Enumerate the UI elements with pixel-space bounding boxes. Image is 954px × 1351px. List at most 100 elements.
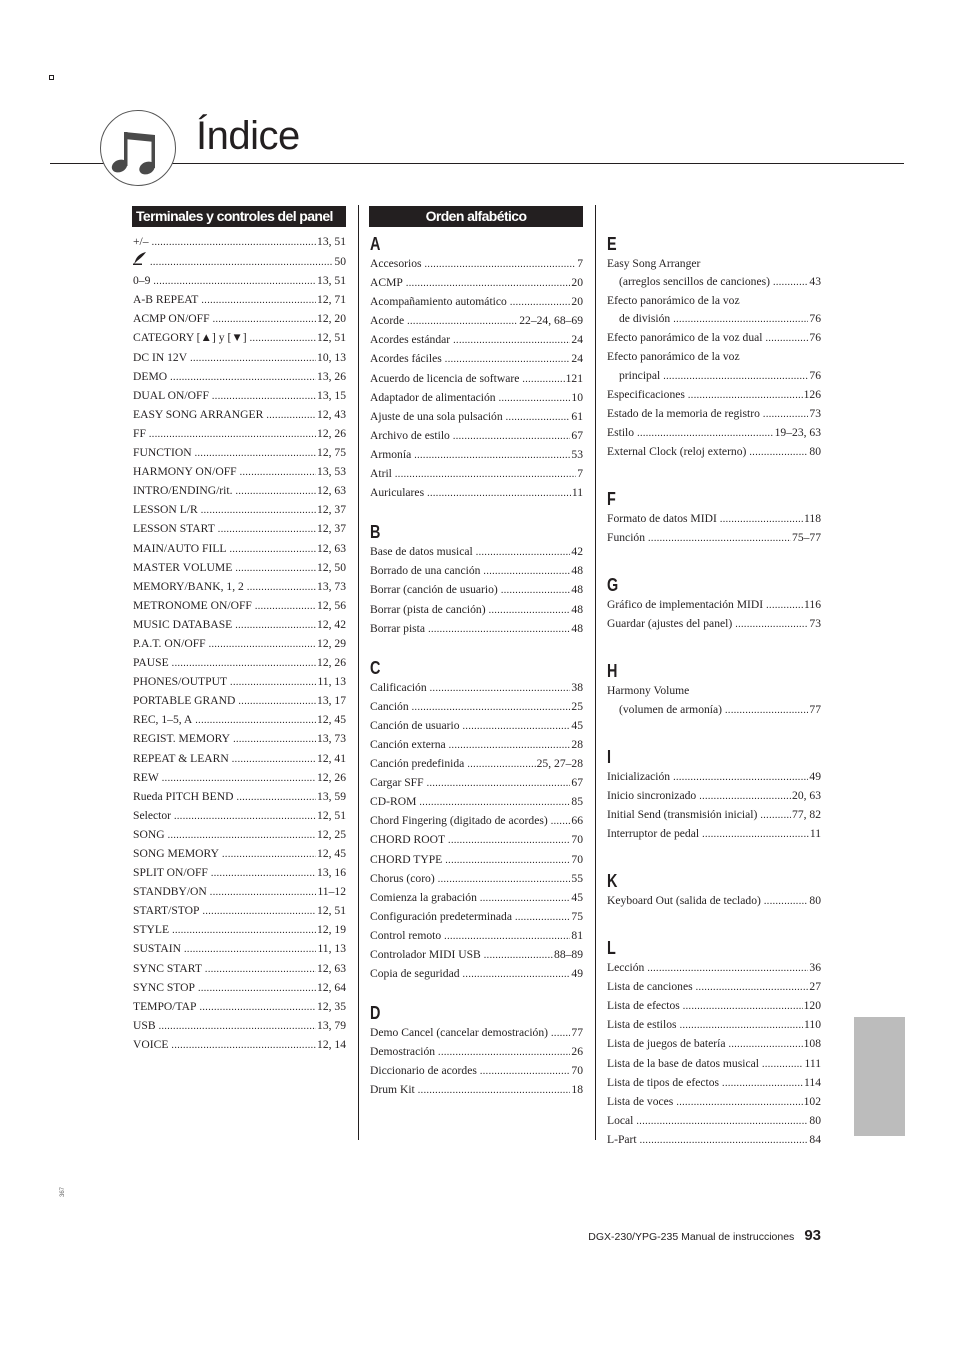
index-entry: Canción de usuario 45	[370, 717, 583, 736]
index-term: DUAL ON/OFF	[133, 388, 209, 402]
index-entry: Comienza la grabación 45	[370, 889, 583, 908]
index-term: Borrado de una canción	[370, 564, 481, 578]
dot-leader	[510, 294, 571, 312]
index-term: CD-ROM	[370, 795, 417, 809]
index-pages: 12, 43	[317, 407, 346, 421]
dot-leader	[445, 852, 570, 870]
index-term: Ajuste de una sola pulsación	[370, 409, 503, 423]
index-term: Keyboard Out (salida de teclado)	[607, 893, 761, 907]
index-pages: 12, 63	[317, 541, 346, 555]
dot-leader	[425, 256, 577, 274]
index-entry: USB 13, 79	[133, 1017, 346, 1036]
index-pages: 11–12	[317, 885, 346, 899]
index-entry: Lista de efectos 120	[607, 997, 821, 1016]
index-term: Archivo de estilo	[370, 428, 450, 442]
dot-leader	[210, 884, 317, 902]
index-term: Lista de canciones	[607, 980, 693, 994]
index-entry: Keyboard Out (salida de teclado) 80	[607, 892, 821, 911]
index-term: P.A.T. ON/OFF	[133, 636, 206, 650]
index-pages: 13, 79	[317, 1018, 346, 1032]
index-entry: FUNCTION 12, 75	[133, 444, 346, 463]
index-entry: Diccionario de acordes 70	[370, 1062, 583, 1081]
dot-leader	[418, 1082, 571, 1100]
index-term: Control remoto	[370, 928, 442, 942]
dot-leader	[647, 960, 808, 978]
index-term: REPEAT & LEARN	[133, 751, 229, 765]
index-entry: REGIST. MEMORY 13, 73	[133, 730, 346, 749]
dot-leader	[236, 483, 317, 501]
index-term: Armonía	[370, 447, 412, 461]
index-entry: START/STOP 12, 51	[133, 902, 346, 921]
index-pages: 12, 63	[317, 484, 346, 498]
index-pages: 55	[571, 871, 583, 885]
dot-leader	[238, 693, 316, 711]
index-term: LESSON L/R	[133, 503, 198, 517]
index-term: TEMPO/TAP	[133, 999, 197, 1013]
index-entry: LESSON L/R 12, 37	[133, 501, 346, 520]
index-entry: Acompañamiento automático 20	[370, 293, 583, 312]
index-entry: A-B REPEAT 12, 71	[133, 291, 346, 310]
index-entry: CHORD TYPE 70	[370, 851, 583, 870]
dot-leader	[407, 313, 518, 331]
dot-leader	[230, 541, 317, 559]
index-entry: 50	[133, 252, 346, 272]
index-entry: Acordes estándar 24	[370, 331, 583, 350]
panel-section-heading: Terminales y controles del panel	[132, 206, 346, 227]
dot-leader	[484, 947, 553, 965]
index-term: Lección	[607, 961, 645, 975]
index-entry: MUSIC DATABASE 12, 42	[133, 616, 346, 635]
index-term: Rueda PITCH BEND	[133, 789, 234, 803]
index-pages: 36	[809, 961, 821, 975]
index-entry: Lista de voces 102	[607, 1093, 821, 1112]
index-entry: ACMP ON/OFF 12, 20	[133, 310, 346, 329]
index-term: CHORD ROOT	[370, 833, 446, 847]
dot-leader	[448, 832, 570, 850]
index-term: Chorus (coro)	[370, 871, 435, 885]
index-term: Lista de estilos	[607, 1018, 677, 1032]
dot-leader	[172, 655, 316, 673]
index-term: Atril	[370, 467, 392, 481]
index-term: Estilo	[607, 425, 635, 439]
crop-mark	[49, 75, 54, 80]
index-pages: 13, 53	[317, 465, 346, 479]
index-term: Base de datos musical	[370, 545, 473, 559]
dot-leader	[463, 718, 571, 736]
index-entry: METRONOME ON/OFF 12, 56	[133, 597, 346, 616]
index-term: Lista de juegos de batería	[607, 1037, 726, 1051]
index-entry: 0–9 13, 51	[133, 272, 346, 291]
dot-leader	[722, 1075, 803, 1093]
dot-leader	[170, 369, 316, 387]
index-pages: 12, 51	[317, 904, 346, 918]
index-term: Cargar SFF	[370, 776, 424, 790]
dot-leader	[198, 980, 316, 998]
index-entry: CHORD ROOT 70	[370, 831, 583, 850]
index-entry: Copia de seguridad 49	[370, 965, 583, 984]
index-term: LESSON START	[133, 522, 215, 536]
index-pages: 43	[809, 275, 821, 289]
dot-leader	[673, 769, 808, 787]
letter-group-k: K Keyboard Out (salida de teclado) 80	[607, 870, 821, 911]
index-pages: 80	[809, 893, 821, 907]
dot-leader	[765, 330, 808, 348]
dot-leader	[211, 865, 316, 883]
index-entry: Local 80	[607, 1112, 821, 1131]
index-pages: 13, 16	[317, 866, 346, 880]
index-pages: 111	[804, 1056, 821, 1070]
index-term: Configuración predeterminada	[370, 909, 512, 923]
index-entry: SPLIT ON/OFF 13, 16	[133, 864, 346, 883]
index-entry: Efecto panorámico de la voz dual 76	[607, 329, 821, 348]
index-term: REW	[133, 770, 159, 784]
index-pages: 27	[809, 980, 821, 994]
index-pages: 13, 51	[317, 274, 346, 288]
index-entry: Guardar (ajustes del panel) 73	[607, 615, 821, 634]
index-entry: Estado de la memoria de registro 73	[607, 405, 821, 424]
index-pages: 45	[571, 890, 583, 904]
index-pages: 11, 13	[317, 675, 346, 689]
letter-heading: K	[607, 870, 618, 891]
index-pages: 110	[804, 1018, 821, 1032]
index-entry: CD-ROM 85	[370, 793, 583, 812]
index-entry: Interruptor de pedal 11	[607, 825, 821, 844]
index-term: Interruptor de pedal	[607, 826, 700, 840]
letter-group-d: DDemo Cancel (cancelar demostración)77De…	[370, 1002, 583, 1100]
index-pages: 12, 25	[317, 827, 346, 841]
